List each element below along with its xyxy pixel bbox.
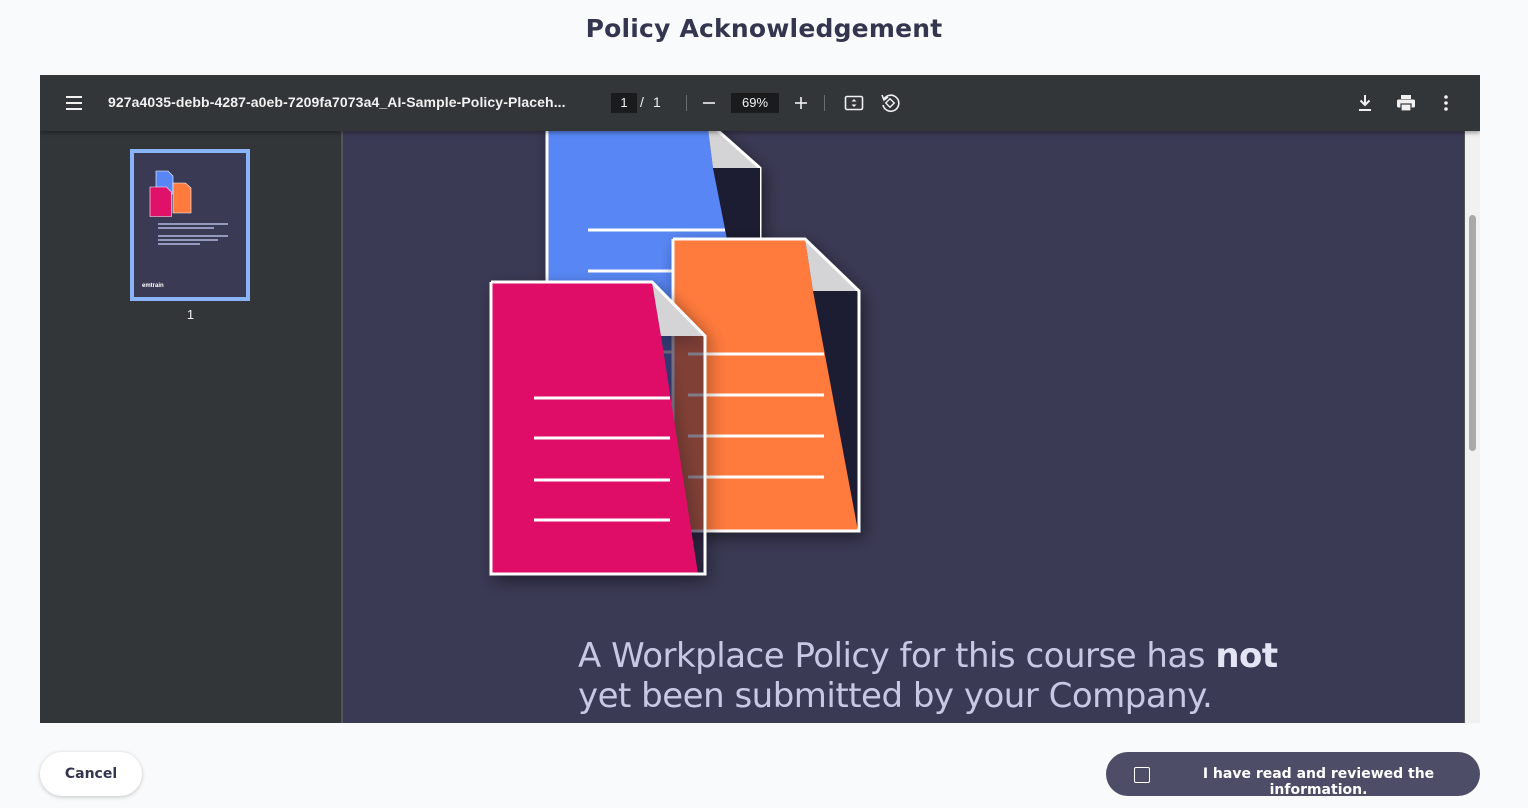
policy-missing-message: A Workplace Policy for this course has n… (578, 636, 1278, 716)
vertical-scrollbar[interactable] (1465, 131, 1480, 723)
document-stack-illustration (489, 131, 861, 576)
thumbnail-page-number: 1 (186, 307, 195, 322)
more-vert-icon[interactable] (1434, 91, 1458, 115)
page-number-input[interactable]: 1 (611, 93, 637, 113)
modal-title: Policy Acknowledgement (585, 14, 943, 43)
pdf-page: A Workplace Policy for this course has n… (343, 131, 1464, 723)
toolbar-divider (686, 95, 687, 111)
download-icon[interactable] (1353, 91, 1377, 115)
page-thumbnail[interactable]: emtrain (130, 149, 250, 301)
thumbnail-sidebar: emtrain 1 (40, 131, 341, 723)
total-pages: 1 (653, 94, 661, 110)
page-separator: / (640, 94, 644, 110)
toolbar-divider (824, 95, 825, 111)
scrollbar-thumb[interactable] (1469, 215, 1476, 451)
acknowledge-button[interactable]: I have read and reviewed the information… (1106, 752, 1480, 798)
pdf-toolbar: 927a4035-debb-4287-a0eb-7209fa7073a4_AI-… (40, 75, 1480, 131)
message-text-line2: yet been submitted by your Company. (578, 676, 1213, 716)
zoom-level-input[interactable]: 69% (731, 93, 779, 113)
rotate-icon[interactable] (878, 91, 902, 115)
cancel-button[interactable]: Cancel (40, 752, 142, 796)
acknowledge-checkbox[interactable] (1134, 767, 1150, 783)
document-filename: 927a4035-debb-4287-a0eb-7209fa7073a4_AI-… (108, 94, 566, 110)
zoom-in-icon[interactable] (789, 91, 813, 115)
pdf-viewer: 927a4035-debb-4287-a0eb-7209fa7073a4_AI-… (40, 75, 1480, 723)
print-icon[interactable] (1394, 91, 1418, 115)
document-area: A Workplace Policy for this course has n… (341, 131, 1480, 723)
zoom-out-icon[interactable] (697, 91, 721, 115)
menu-icon[interactable] (62, 93, 86, 113)
message-text: A Workplace Policy for this course has (578, 636, 1216, 676)
thumbnail-text-lines (158, 223, 228, 247)
acknowledge-label: I have read and reviewed the information… (1202, 766, 1435, 798)
message-emphasis: not (1215, 636, 1278, 676)
thumbnail-logo: emtrain (142, 283, 164, 289)
fit-page-icon[interactable] (842, 91, 866, 115)
